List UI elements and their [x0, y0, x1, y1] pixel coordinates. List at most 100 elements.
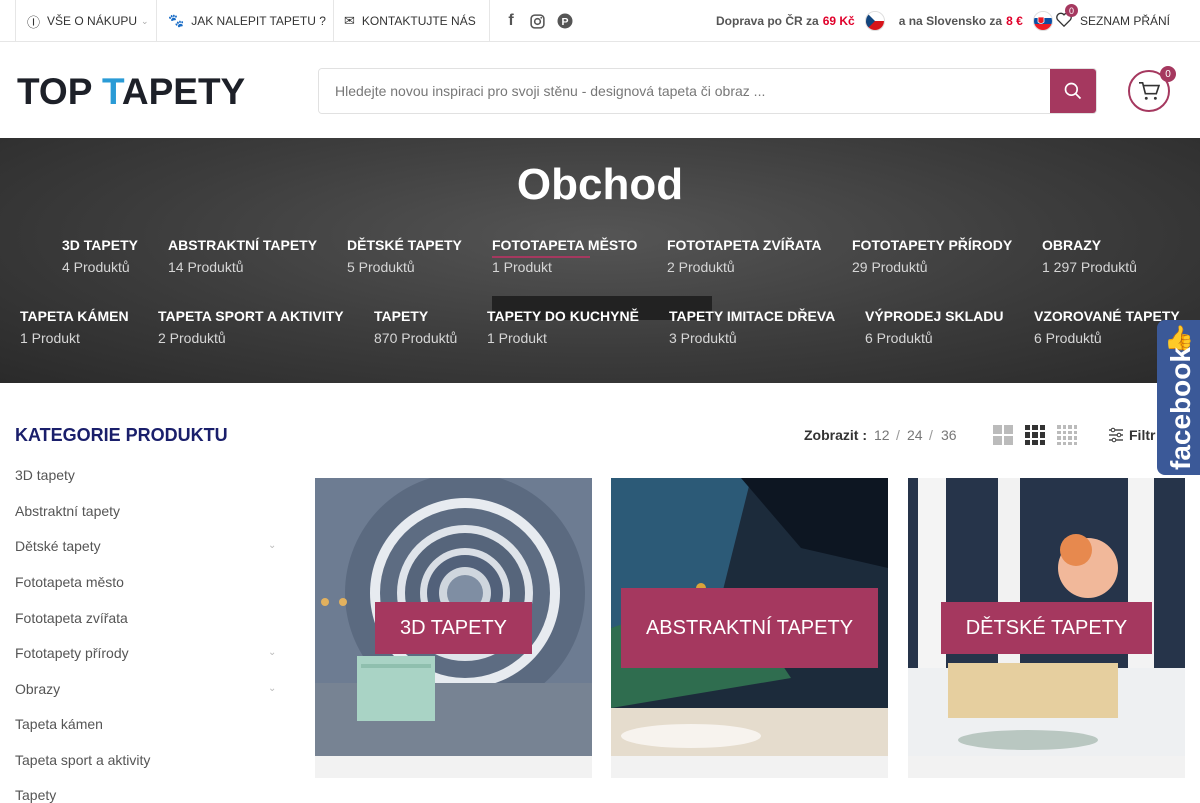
slovak-flag-icon — [1032, 11, 1053, 31]
per-page-36[interactable]: 36 — [941, 427, 957, 443]
category-count: 1 297 Produktů — [1042, 259, 1137, 275]
chevron-down-icon[interactable]: ⌄ — [268, 647, 278, 658]
svg-text:P: P — [561, 16, 568, 28]
sidebar-item-tapety[interactable]: Tapety — [15, 787, 56, 803]
product-label: 3D TAPETY — [375, 602, 532, 654]
grid-4-icon[interactable] — [1057, 425, 1077, 445]
category-count: 1 Produkt — [20, 330, 80, 346]
hero-category-sport[interactable]: TAPETA SPORT A AKTIVITY 2 Produktů — [158, 308, 344, 346]
hero-category-3d[interactable]: 3D TAPETY 4 Produktů — [62, 237, 138, 275]
hero-category-prirody[interactable]: FOTOTAPETY PŘÍRODY 29 Produktů — [852, 237, 1012, 275]
contact-link[interactable]: ✉ KONTAKTUJTE NÁS — [344, 0, 476, 42]
category-name: FOTOTAPETY PŘÍRODY — [852, 237, 1013, 253]
active-category-underline — [492, 256, 590, 258]
show-label: Zobrazit : — [804, 427, 867, 443]
site-logo[interactable]: TOP TAPETY — [17, 71, 245, 113]
category-name: TAPETY IMITACE DŘEVA — [669, 308, 836, 324]
product-card-detske[interactable]: DĚTSKÉ TAPETY — [908, 478, 1185, 778]
product-label: ABSTRAKTNÍ TAPETY — [621, 588, 878, 668]
sidebar-title: KATEGORIE PRODUKTU — [15, 425, 228, 445]
category-count: 14 Produktů — [168, 259, 244, 275]
category-count: 5 Produktů — [347, 259, 415, 275]
envelope-icon: ✉ — [344, 13, 355, 28]
category-name: TAPETY DO KUCHYNĚ — [487, 308, 639, 324]
logo-accent: T — [102, 71, 122, 112]
facebook-label: facebook — [1165, 347, 1196, 470]
sidebar-item-3d[interactable]: 3D tapety — [15, 467, 75, 483]
category-count: 6 Produktů — [865, 330, 933, 346]
search-box — [318, 68, 1097, 114]
category-name: OBRAZY — [1042, 237, 1102, 253]
sidebar-item-prirody[interactable]: Fototapety přírody — [15, 645, 129, 661]
category-name: TAPETY — [374, 308, 429, 324]
hero-category-detske[interactable]: DĚTSKÉ TAPETY 5 Produktů — [347, 237, 462, 275]
search-input[interactable] — [319, 69, 1052, 113]
hero-category-dreva[interactable]: TAPETY IMITACE DŘEVA 3 Produktů — [669, 308, 835, 346]
chevron-down-icon[interactable]: ⌄ — [268, 683, 278, 694]
facebook-side-tab[interactable]: 👍 facebook — [1157, 320, 1200, 475]
filter-icon[interactable] — [1108, 427, 1124, 448]
per-page-24[interactable]: 24 — [907, 427, 923, 443]
filter-button[interactable]: Filtr — [1129, 427, 1155, 443]
site-header: TOP TAPETY 0 — [0, 43, 1200, 138]
shipping-cz-price: 69 Kč — [822, 14, 855, 28]
hero-category-kuchyne[interactable]: TAPETY DO KUCHYNĚ 1 Produkt — [487, 308, 639, 346]
sidebar-item-zvirata[interactable]: Fototapeta zvířata — [15, 610, 128, 626]
howto-label: JAK NALEPIT TAPETU ? — [191, 14, 326, 28]
facebook-icon[interactable]: f — [501, 11, 521, 31]
cart-icon — [1139, 82, 1160, 100]
hero-category-tapety[interactable]: TAPETY 870 Produktů — [374, 308, 457, 346]
category-count: 1 Produkt — [492, 259, 552, 275]
hero-category-obrazy[interactable]: OBRAZY 1 297 Produktů — [1042, 237, 1137, 275]
wishlist-link[interactable]: 0 SEZNAM PŘÁNÍ — [1056, 0, 1170, 42]
per-page-12[interactable]: 12 — [874, 427, 890, 443]
sidebar-item-kamen[interactable]: Tapeta kámen — [15, 716, 103, 732]
chevron-down-icon[interactable]: ⌄ — [268, 540, 278, 551]
hero-category-vyprodej[interactable]: VÝPRODEJ SKLADU 6 Produktů — [865, 308, 1003, 346]
pinterest-icon[interactable]: P — [555, 11, 575, 31]
cart-button[interactable]: 0 — [1128, 66, 1176, 112]
sidebar-item-sport[interactable]: Tapeta sport a aktivity — [15, 752, 150, 768]
category-name: VÝPRODEJ SKLADU — [865, 308, 1004, 324]
chevron-down-icon: ⌄ — [141, 15, 149, 26]
instagram-icon[interactable] — [527, 11, 547, 31]
hero-category-zvirata[interactable]: FOTOTAPETA ZVÍŘATA 2 Produktů — [667, 237, 822, 275]
hero-category-kamen[interactable]: TAPETA KÁMEN 1 Produkt — [20, 308, 129, 346]
product-card-abstraktni[interactable]: ABSTRAKTNÍ TAPETY — [611, 478, 888, 778]
shipping-info: Doprava po ČR za 69 Kč a na Slovensko za… — [716, 0, 1053, 42]
shipping-cz-text: Doprava po ČR za — [716, 14, 819, 28]
wishlist-label: SEZNAM PŘÁNÍ — [1080, 14, 1171, 28]
about-shopping-menu[interactable]: ⓘ VŠE O NÁKUPU ⌄ — [27, 0, 149, 42]
sidebar-item-obrazy[interactable]: Obrazy — [15, 681, 60, 697]
info-icon: ⓘ — [27, 14, 41, 30]
search-icon — [1064, 82, 1082, 100]
category-count: 2 Produktů — [667, 259, 735, 275]
shipping-sk-text: a na Slovensko za — [898, 14, 1003, 28]
hero-category-abstraktni[interactable]: ABSTRAKTNÍ TAPETY 14 Produktů — [168, 237, 317, 275]
category-name: TAPETA SPORT A AKTIVITY — [158, 308, 344, 324]
category-name: FOTOTAPETA ZVÍŘATA — [667, 237, 822, 253]
search-button[interactable] — [1050, 69, 1096, 113]
sidebar-item-mesto[interactable]: Fototapeta město — [15, 574, 124, 590]
shipping-sk-price: 8 € — [1006, 14, 1023, 28]
grid-3-icon[interactable] — [1025, 425, 1045, 445]
divider — [489, 0, 490, 42]
contact-label: KONTAKTUJTE NÁS — [361, 14, 476, 28]
sidebar-item-detske[interactable]: Dětské tapety — [15, 538, 101, 554]
category-name: TAPETA KÁMEN — [20, 308, 129, 324]
sidebar-item-abstraktni[interactable]: Abstraktní tapety — [15, 503, 120, 519]
category-name: DĚTSKÉ TAPETY — [347, 237, 462, 253]
cart-count-badge: 0 — [1160, 66, 1176, 82]
category-count: 4 Produktů — [62, 259, 130, 275]
separator: / — [896, 427, 900, 443]
category-name: ABSTRAKTNÍ TAPETY — [168, 237, 318, 253]
product-label: DĚTSKÉ TAPETY — [941, 602, 1152, 654]
howto-link[interactable]: 🐾 JAK NALEPIT TAPETU ? — [168, 0, 326, 42]
product-card-3d[interactable]: 3D TAPETY — [315, 478, 592, 778]
category-count: 2 Produktů — [158, 330, 226, 346]
logo-text-end: APETY — [121, 71, 246, 112]
divider — [156, 0, 157, 42]
grid-2-icon[interactable] — [993, 425, 1013, 445]
wishlist-count-badge: 0 — [1065, 4, 1078, 17]
paw-icon: 🐾 — [168, 13, 185, 28]
